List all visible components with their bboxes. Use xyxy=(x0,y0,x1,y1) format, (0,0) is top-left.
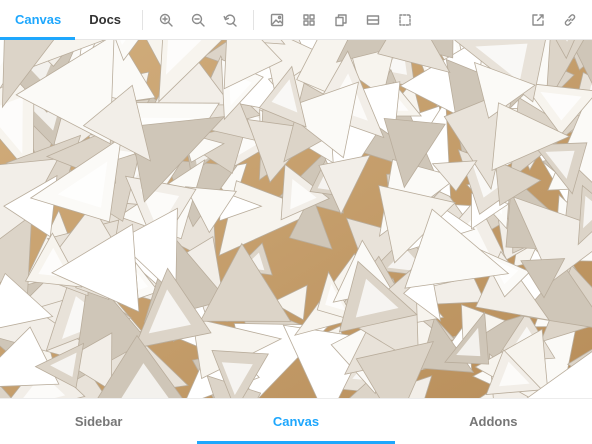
tab-canvas[interactable]: Canvas xyxy=(0,0,76,40)
background-icon xyxy=(270,13,284,26)
tab-canvas-label: Canvas xyxy=(15,12,62,27)
toolbar-divider xyxy=(142,9,144,30)
outline-icon xyxy=(399,13,411,26)
grid-icon xyxy=(303,13,315,26)
bottom-nav-addons[interactable]: Addons xyxy=(395,399,592,444)
toolbar-divider xyxy=(253,9,255,30)
canvas-preview xyxy=(0,40,592,398)
bottom-nav: Sidebar Canvas Addons xyxy=(0,398,592,444)
bottom-nav-addons-label: Addons xyxy=(469,414,518,429)
open-new-tab-button[interactable] xyxy=(522,0,554,40)
copy-link-button[interactable] xyxy=(554,0,586,40)
bottom-nav-canvas-label: Canvas xyxy=(272,414,320,429)
zoom-in-button[interactable] xyxy=(150,0,182,40)
reset-zoom-icon xyxy=(223,13,237,27)
copy-link-icon xyxy=(564,13,576,26)
background-button[interactable] xyxy=(261,0,293,40)
viewport-button[interactable] xyxy=(325,0,357,40)
top-toolbar: Canvas Docs xyxy=(0,0,592,40)
bottom-nav-canvas[interactable]: Canvas xyxy=(197,399,395,444)
bottom-nav-sidebar-label: Sidebar xyxy=(74,414,123,429)
zoom-in-icon xyxy=(159,13,173,27)
tab-docs-label: Docs xyxy=(89,12,122,27)
measure-button[interactable] xyxy=(357,0,389,40)
reset-zoom-button[interactable] xyxy=(214,0,246,40)
viewport-icon xyxy=(335,13,347,26)
measure-icon xyxy=(366,14,380,25)
zoom-out-icon xyxy=(191,13,205,27)
grid-button[interactable] xyxy=(293,0,325,40)
tab-docs[interactable]: Docs xyxy=(75,0,135,40)
bottom-nav-sidebar[interactable]: Sidebar xyxy=(0,399,197,444)
open-new-tab-icon xyxy=(532,13,544,26)
faceted-triangles-image xyxy=(0,40,592,398)
outline-button[interactable] xyxy=(389,0,421,40)
zoom-out-button[interactable] xyxy=(182,0,214,40)
